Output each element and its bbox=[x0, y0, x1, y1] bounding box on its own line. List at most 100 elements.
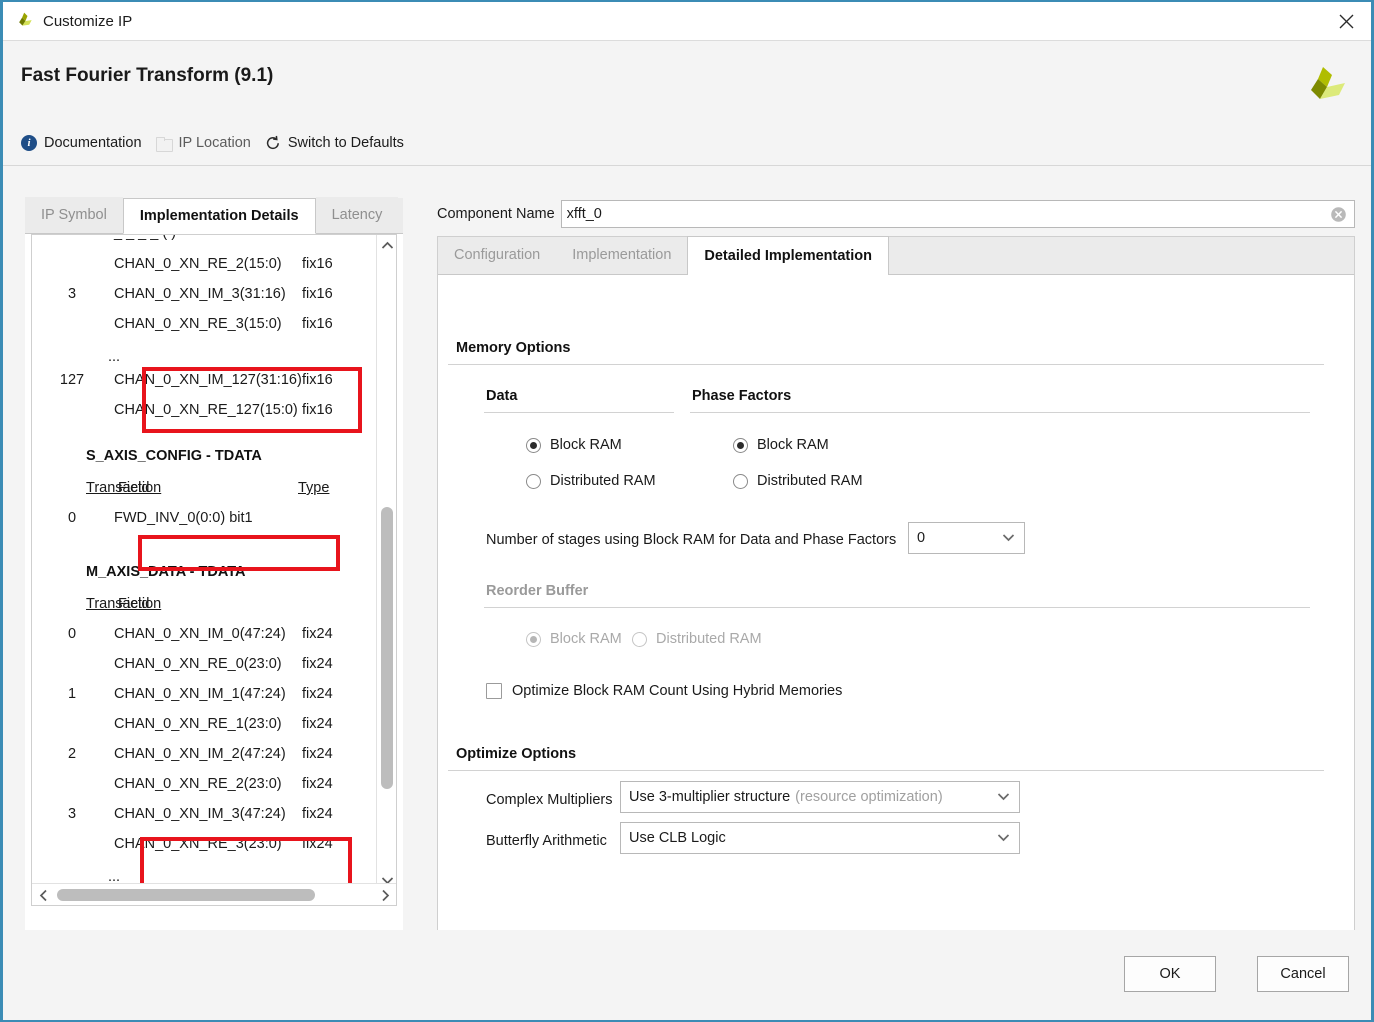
data-rule bbox=[484, 412, 674, 413]
table-header-row: Transaction Field Type bbox=[32, 473, 377, 503]
cancel-button[interactable]: Cancel bbox=[1257, 956, 1349, 992]
component-name-field[interactable] bbox=[560, 200, 1355, 228]
tree-ellipsis: ... bbox=[108, 869, 121, 885]
component-name-input[interactable] bbox=[561, 202, 1320, 226]
tree-vertical-scrollbar[interactable] bbox=[376, 235, 396, 890]
switch-to-defaults-label: Switch to Defaults bbox=[287, 135, 404, 151]
documentation-label: Documentation bbox=[44, 135, 142, 151]
dialog-footer: OK Cancel bbox=[3, 932, 1371, 1020]
table-row[interactable]: CHAN_0_XN_RE_1(23:0) fix24 bbox=[32, 709, 377, 739]
section-title-s-axis-config: S_AXIS_CONFIG - TDATA bbox=[86, 448, 262, 464]
tab-detailed-implementation[interactable]: Detailed Implementation bbox=[687, 236, 889, 275]
field-cell: CHAN_0_XN_IM_127(31:16) bbox=[114, 372, 302, 388]
switch-to-defaults-button[interactable]: Switch to Defaults bbox=[261, 132, 414, 154]
table-row[interactable]: CHAN_0_XN_RE_127(15:0) fix16 bbox=[32, 395, 377, 425]
radio-phase-block-ram-label: Block RAM bbox=[757, 437, 829, 453]
reorder-buffer-title: Reorder Buffer bbox=[486, 583, 589, 599]
table-row[interactable]: 0 CHAN_0_XN_IM_0(47:24) fix24 bbox=[32, 619, 377, 649]
table-row[interactable]: CHAN_0_XN_RE_0(23:0) fix24 bbox=[32, 649, 377, 679]
scroll-left-arrow-icon[interactable] bbox=[32, 884, 54, 905]
tree-horizontal-scrollbar[interactable] bbox=[32, 883, 396, 905]
table-row[interactable]: CHAN_0_XN_RE_3(23:0) fix24 bbox=[32, 829, 377, 859]
component-name-row: Component Name bbox=[437, 198, 1355, 230]
table-row[interactable]: 127 CHAN_0_XN_IM_127(31:16) fix16 bbox=[32, 365, 377, 395]
radio-reorder-block-ram-label: Block RAM bbox=[550, 631, 622, 647]
type-cell: fix24 bbox=[302, 686, 333, 702]
header-field: Field bbox=[118, 480, 150, 496]
memory-options-rule bbox=[448, 364, 1324, 365]
tab-ip-symbol[interactable]: IP Symbol bbox=[25, 197, 123, 233]
left-tab-bar: IP Symbol Implementation Details Latency bbox=[25, 197, 403, 234]
table-header-row: Transaction Field Typ bbox=[32, 589, 377, 619]
field-cell: CHAN_0_XN_RE_127(15:0) bbox=[114, 402, 298, 418]
dialog-header: Fast Fourier Transform (9.1) i Documenta… bbox=[3, 40, 1371, 166]
ip-location-label: IP Location bbox=[178, 135, 251, 151]
table-row[interactable]: 3 CHAN_0_XN_IM_3(31:16) fix16 bbox=[32, 279, 377, 309]
butterfly-arithmetic-label: Butterfly Arithmetic bbox=[486, 833, 607, 849]
type-cell: fix24 bbox=[302, 656, 333, 672]
tab-implementation-details-label: Implementation Details bbox=[139, 208, 299, 224]
table-row[interactable]: 3 CHAN_0_XN_IM_3(47:24) fix24 bbox=[32, 799, 377, 829]
tree-viewport: _ _ _ _ ( ) CHAN_0_XN_RE_2(15:0) fix16 3… bbox=[32, 235, 377, 890]
radio-indicator bbox=[733, 437, 748, 453]
optimize-bram-checkbox[interactable]: Optimize Block RAM Count Using Hybrid Me… bbox=[486, 683, 842, 699]
field-cell: CHAN_0_XN_IM_2(47:24) bbox=[114, 746, 286, 762]
radio-reorder-distributed-ram: Distributed RAM bbox=[632, 631, 762, 647]
ok-button[interactable]: OK bbox=[1124, 956, 1216, 992]
type-cell: fix24 bbox=[302, 776, 333, 792]
table-row[interactable]: 2 CHAN_0_XN_IM_2(47:24) fix24 bbox=[32, 739, 377, 769]
table-row[interactable]: 0 FWD_INV_0(0:0) bit1 bbox=[32, 503, 377, 533]
tab-implementation-details[interactable]: Implementation Details bbox=[122, 198, 316, 234]
tab-configuration[interactable]: Configuration bbox=[438, 236, 556, 274]
field-cell: CHAN_0_XN_RE_3(23:0) bbox=[114, 836, 282, 852]
scroll-right-arrow-icon[interactable] bbox=[374, 884, 396, 905]
tab-latency[interactable]: Latency bbox=[315, 197, 399, 233]
stages-select-value: 0 bbox=[917, 530, 926, 546]
type-cell: fix24 bbox=[302, 626, 333, 642]
table-row[interactable]: 1 CHAN_0_XN_IM_1(47:24) fix24 bbox=[32, 679, 377, 709]
type-cell: fix16 bbox=[302, 402, 333, 418]
header-transaction: Transaction bbox=[86, 480, 162, 496]
tree-ellipsis: ... bbox=[108, 349, 121, 365]
radio-indicator bbox=[733, 473, 748, 489]
complex-multipliers-select[interactable]: Use 3-multiplier structure (resource opt… bbox=[620, 781, 1020, 813]
implementation-details-tree: _ _ _ _ ( ) CHAN_0_XN_RE_2(15:0) fix16 3… bbox=[31, 234, 397, 906]
close-icon[interactable] bbox=[1327, 6, 1365, 36]
folder-icon bbox=[155, 136, 173, 152]
radio-data-block-ram[interactable]: Block RAM bbox=[526, 437, 622, 453]
header-divider bbox=[3, 165, 1371, 166]
type-cell: fix24 bbox=[302, 716, 333, 732]
clear-circle-icon[interactable] bbox=[1330, 206, 1347, 223]
tree-vertical-scroll-thumb[interactable] bbox=[381, 507, 393, 789]
radio-reorder-block-ram: Block RAM bbox=[526, 631, 622, 647]
radio-indicator bbox=[632, 631, 647, 647]
butterfly-arithmetic-select[interactable]: Use CLB Logic bbox=[620, 822, 1020, 854]
field-cell: CHAN_0_XN_IM_3(47:24) bbox=[114, 806, 286, 822]
table-row[interactable]: CHAN_0_XN_RE_2(15:0) fix16 bbox=[32, 249, 377, 279]
table-row[interactable]: CHAN_0_XN_RE_3(15:0) fix16 bbox=[32, 309, 377, 339]
page-title: Fast Fourier Transform (9.1) bbox=[21, 65, 274, 86]
field-cell: CHAN_0_XN_RE_3(15:0) bbox=[114, 316, 282, 332]
documentation-button[interactable]: i Documentation bbox=[17, 132, 152, 154]
radio-phase-block-ram[interactable]: Block RAM bbox=[733, 437, 829, 453]
tree-horizontal-scroll-thumb[interactable] bbox=[57, 889, 315, 901]
stages-select[interactable]: 0 bbox=[908, 522, 1025, 554]
radio-data-distributed-ram-label: Distributed RAM bbox=[550, 473, 656, 489]
tab-ip-symbol-label: IP Symbol bbox=[41, 207, 107, 223]
tab-implementation-label: Implementation bbox=[572, 247, 672, 263]
radio-phase-distributed-ram[interactable]: Distributed RAM bbox=[733, 473, 863, 489]
stages-label: Number of stages using Block RAM for Dat… bbox=[486, 532, 897, 548]
transaction-cell: 1 bbox=[67, 686, 77, 702]
table-row[interactable]: CHAN_0_XN_RE_2(23:0) fix24 bbox=[32, 769, 377, 799]
field-cell: FWD_INV_0(0:0) bit1 bbox=[114, 510, 253, 526]
section-title-m-axis-data: M_AXIS_DATA - TDATA bbox=[86, 564, 246, 580]
ip-location-button[interactable]: IP Location bbox=[152, 132, 261, 154]
type-cell: fix16 bbox=[302, 256, 333, 272]
butterfly-arithmetic-value: Use CLB Logic bbox=[629, 830, 726, 846]
phase-factors-rule bbox=[690, 412, 1310, 413]
tab-implementation[interactable]: Implementation bbox=[556, 236, 687, 274]
type-cell: fix24 bbox=[302, 806, 333, 822]
field-cell: CHAN_0_XN_IM_3(31:16) bbox=[114, 286, 286, 302]
radio-data-distributed-ram[interactable]: Distributed RAM bbox=[526, 473, 656, 489]
scroll-up-arrow-icon[interactable] bbox=[377, 235, 396, 255]
